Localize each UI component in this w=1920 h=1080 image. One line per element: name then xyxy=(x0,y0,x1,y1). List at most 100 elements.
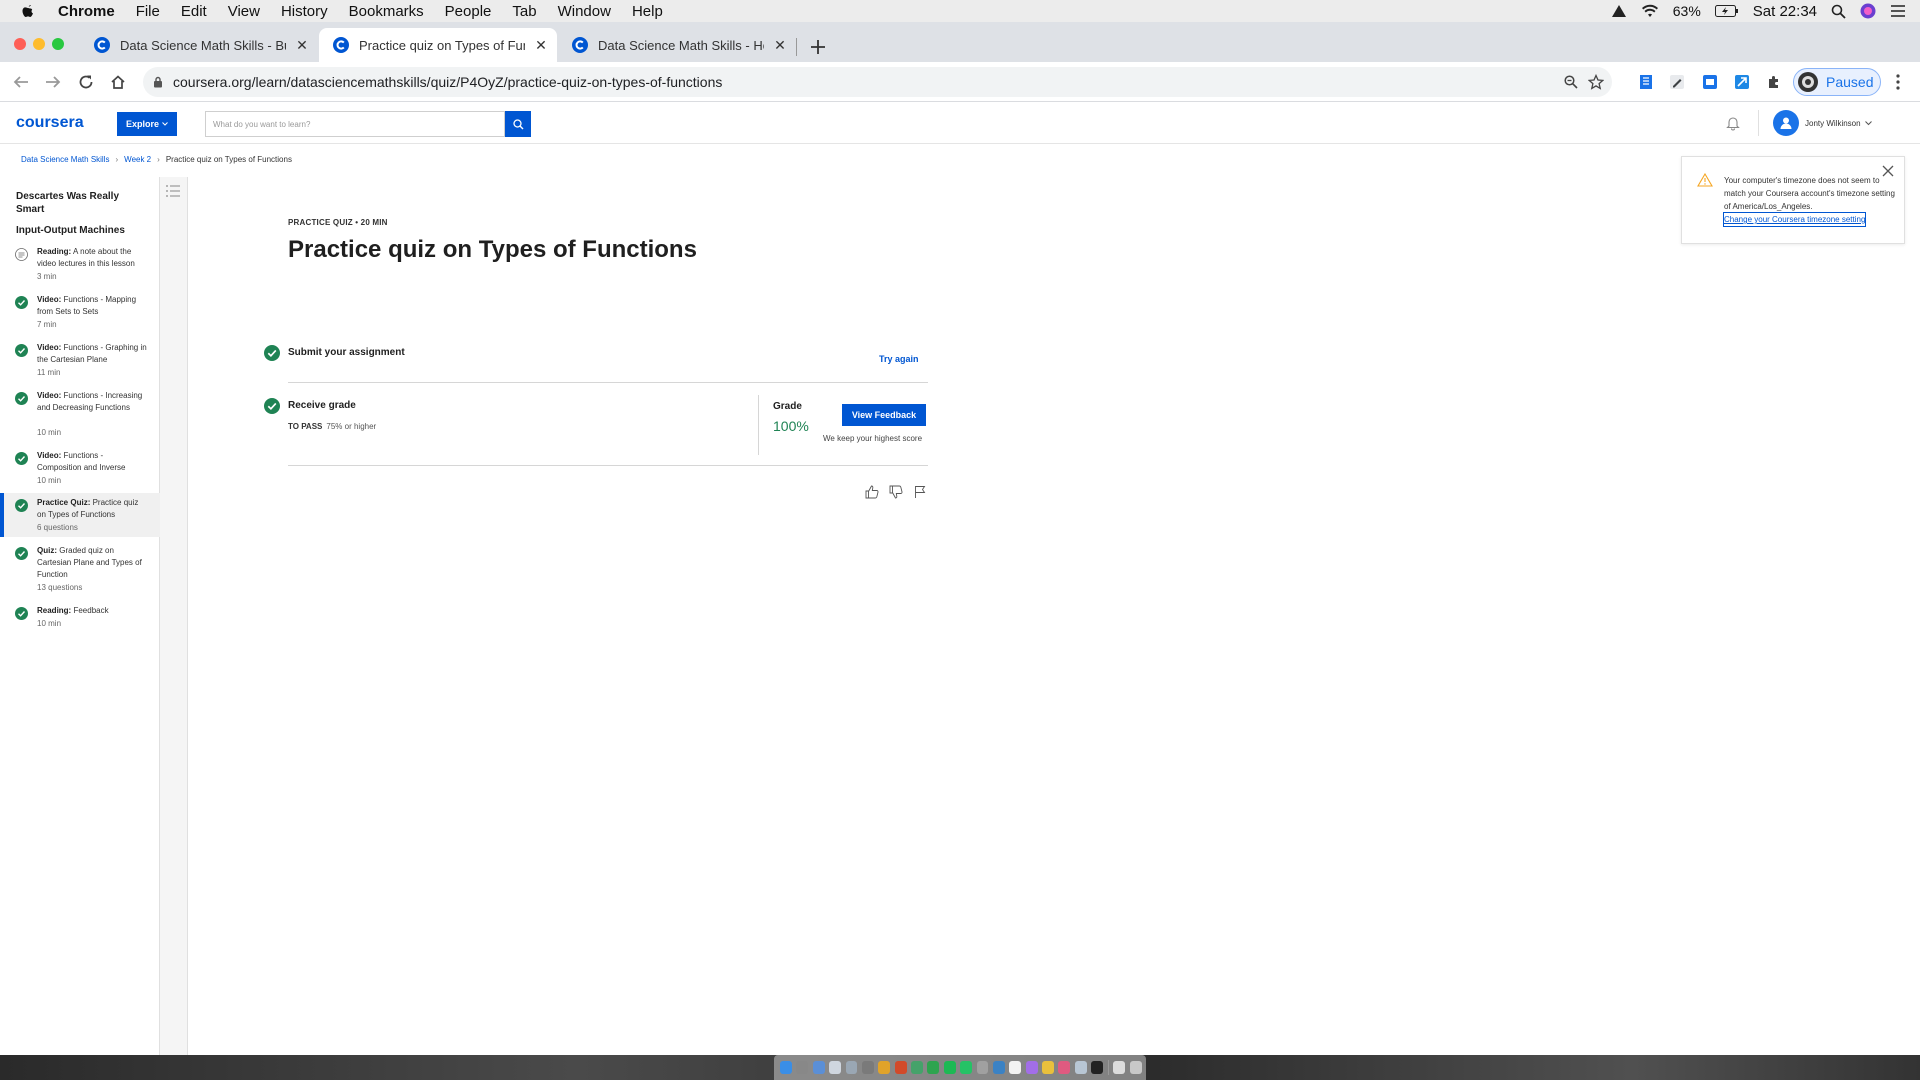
extension-notes-icon[interactable] xyxy=(1636,72,1656,92)
menu-help[interactable]: Help xyxy=(632,3,663,20)
explore-button[interactable]: Explore xyxy=(117,112,177,136)
spotify-icon[interactable] xyxy=(943,1061,956,1074)
view-feedback-button[interactable]: View Feedback xyxy=(842,404,926,426)
menu-edit[interactable]: Edit xyxy=(181,3,207,20)
bookmark-star-icon[interactable] xyxy=(1588,74,1604,90)
spotlight-search-icon[interactable] xyxy=(1831,4,1846,19)
browser-menu-icon[interactable] xyxy=(1888,72,1908,92)
preview-icon[interactable] xyxy=(1074,1061,1087,1074)
thumbs-up-icon[interactable] xyxy=(865,485,879,499)
drive-icon[interactable] xyxy=(1611,4,1627,18)
trash-icon[interactable] xyxy=(1129,1061,1142,1074)
browser-tab[interactable]: Data Science Math Skills - Hon ✕ xyxy=(558,28,796,62)
home-icon[interactable] xyxy=(108,72,128,92)
apple-icon[interactable] xyxy=(20,3,36,19)
user-menu[interactable]: Jonty Wilkinson xyxy=(1773,110,1872,136)
header-divider xyxy=(1758,110,1759,136)
notification-center-icon[interactable] xyxy=(1890,4,1906,18)
extension-reader-icon[interactable] xyxy=(1700,72,1720,92)
downloads-icon[interactable] xyxy=(1113,1061,1126,1074)
app-store-icon[interactable] xyxy=(812,1061,825,1074)
menu-people[interactable]: People xyxy=(445,3,492,20)
mail-icon[interactable] xyxy=(829,1061,841,1074)
try-again-button[interactable]: Try again xyxy=(879,354,919,364)
lock-icon[interactable] xyxy=(153,76,163,88)
wifi-icon[interactable] xyxy=(1641,4,1659,18)
window-maximize-button[interactable] xyxy=(52,38,64,50)
launchpad-icon[interactable] xyxy=(796,1061,809,1074)
sidebar-item-reading[interactable]: Reading: Feedback 10 min xyxy=(0,605,160,637)
whatsapp-icon[interactable] xyxy=(960,1061,972,1074)
messages-app-icon[interactable] xyxy=(845,1061,858,1074)
brave-icon[interactable] xyxy=(894,1061,907,1074)
reload-icon[interactable] xyxy=(76,72,96,92)
music-icon[interactable] xyxy=(1058,1061,1071,1074)
calendar-icon[interactable] xyxy=(1009,1061,1022,1074)
sidebar-item-video[interactable]: Video: Functions - Increasing and Decrea… xyxy=(0,390,160,446)
zoom-icon[interactable] xyxy=(1564,75,1578,89)
search-button[interactable] xyxy=(505,111,531,137)
tab-close-icon[interactable]: ✕ xyxy=(533,37,549,54)
menu-view[interactable]: View xyxy=(228,3,260,20)
menu-clock[interactable]: Sat 22:34 xyxy=(1753,3,1817,20)
address-url[interactable]: coursera.org/learn/datasciencemathskills… xyxy=(173,74,722,90)
extension-pen-icon[interactable] xyxy=(1667,72,1687,92)
menu-window[interactable]: Window xyxy=(558,3,611,20)
breadcrumb-week-link[interactable]: Week 2 xyxy=(124,155,151,164)
notes-icon[interactable] xyxy=(1042,1061,1054,1074)
browser-tab-active[interactable]: Practice quiz on Types of Func ✕ xyxy=(319,28,557,62)
sidebar-item-video[interactable]: Video: Functions - Mapping from Sets to … xyxy=(0,294,160,338)
maps-icon[interactable] xyxy=(911,1061,923,1074)
item-meta: 7 min xyxy=(37,320,57,329)
back-icon[interactable] xyxy=(11,72,31,92)
finder-icon[interactable] xyxy=(780,1061,792,1074)
item-meta: 10 min xyxy=(37,476,62,485)
notifications-bell-icon[interactable] xyxy=(1725,115,1741,131)
check-circle-icon xyxy=(15,296,28,309)
menu-file[interactable]: File xyxy=(136,3,160,20)
profile-paused-button[interactable]: Paused xyxy=(1793,68,1881,96)
siri-icon[interactable] xyxy=(1860,3,1876,19)
extensions-puzzle-icon[interactable] xyxy=(1764,72,1784,92)
menu-history[interactable]: History xyxy=(281,3,328,20)
tab-title: Data Science Math Skills - Buil xyxy=(120,37,286,53)
extension-arrow-icon[interactable] xyxy=(1732,72,1752,92)
safari-icon[interactable] xyxy=(992,1061,1005,1074)
close-icon[interactable] xyxy=(1882,165,1894,177)
search-input[interactable]: What do you want to learn? xyxy=(205,111,505,137)
address-bar[interactable]: coursera.org/learn/datasciencemathskills… xyxy=(143,67,1612,97)
tab-close-icon[interactable]: ✕ xyxy=(772,37,788,54)
coursera-logo[interactable]: coursera xyxy=(16,114,84,132)
check-circle-icon xyxy=(15,344,28,357)
forward-icon[interactable] xyxy=(43,72,63,92)
window-minimize-button[interactable] xyxy=(33,38,45,50)
menu-app-name[interactable]: Chrome xyxy=(58,3,115,20)
sidebar-item-video[interactable]: Video: Functions - Graphing in the Carte… xyxy=(0,342,160,386)
sidebar-item-practice-quiz[interactable]: Practice Quiz: Practice quiz on Types of… xyxy=(0,493,160,537)
menu-bookmarks[interactable]: Bookmarks xyxy=(349,3,424,20)
window-close-button[interactable] xyxy=(14,38,26,50)
facetime-icon[interactable] xyxy=(927,1061,940,1074)
battery-percent[interactable]: 63% xyxy=(1673,3,1701,19)
profile-status: Paused xyxy=(1826,74,1874,90)
thumbs-down-icon[interactable] xyxy=(889,485,903,499)
terminal-icon[interactable] xyxy=(1091,1061,1103,1074)
new-tab-icon[interactable] xyxy=(810,39,826,55)
breadcrumb-course-link[interactable]: Data Science Math Skills xyxy=(21,155,109,164)
timezone-settings-link[interactable]: Change your Coursera timezone setting xyxy=(1722,212,1867,227)
tab-close-icon[interactable]: ✕ xyxy=(294,37,310,54)
messenger-icon[interactable] xyxy=(1025,1061,1038,1074)
sidebar-toggle[interactable] xyxy=(160,177,188,1055)
photos-icon[interactable] xyxy=(861,1061,874,1074)
sidebar-item-quiz[interactable]: Quiz: Graded quiz on Cartesian Plane and… xyxy=(0,545,160,601)
flag-icon[interactable] xyxy=(913,485,927,499)
section-title: Input-Output Machines xyxy=(16,225,125,236)
chrome-icon[interactable] xyxy=(878,1061,891,1074)
menu-tab[interactable]: Tab xyxy=(512,3,536,20)
timezone-notice: Your computer's timezone does not seem t… xyxy=(1681,156,1905,244)
sidebar-item-reading[interactable]: Reading: A note about the video lectures… xyxy=(0,246,160,290)
browser-tab[interactable]: Data Science Math Skills - Buil ✕ xyxy=(80,28,318,62)
battery-charging-icon[interactable] xyxy=(1714,5,1739,17)
sidebar-item-video[interactable]: Video: Functions - Composition and Inver… xyxy=(0,450,160,494)
settings-icon[interactable] xyxy=(976,1061,989,1074)
